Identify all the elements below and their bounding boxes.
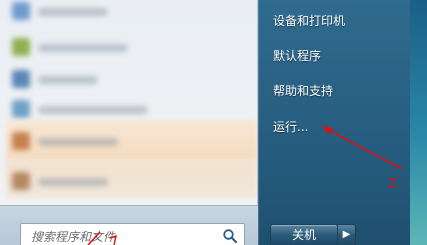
program-icon — [12, 2, 30, 20]
search-area: 搜索程序和文件 — [0, 205, 258, 245]
menu-item-help-support[interactable]: 帮助和支持 — [273, 82, 333, 99]
program-label-blurred — [38, 8, 108, 16]
desktop-background — [410, 0, 427, 245]
program-icon — [12, 132, 30, 150]
magnifier-icon[interactable] — [222, 228, 238, 244]
start-menu-right-pane: 设备和打印机 默认程序 帮助和支持 运行... 关机 ▶ — [258, 0, 410, 245]
menu-item-default-programs[interactable]: 默认程序 — [273, 47, 321, 64]
play-arrow-icon[interactable]: ▶ — [338, 224, 356, 245]
program-icon — [12, 100, 30, 118]
program-icon — [12, 172, 30, 190]
menu-item-devices-printers[interactable]: 设备和打印机 — [273, 12, 345, 29]
program-icon — [12, 38, 30, 56]
program-label-blurred — [38, 178, 108, 186]
search-input[interactable]: 搜索程序和文件 — [20, 223, 245, 245]
program-label-blurred — [38, 44, 128, 52]
program-icon — [12, 70, 30, 88]
shutdown-button[interactable]: 关机 — [270, 224, 338, 245]
menu-item-run[interactable]: 运行... — [273, 118, 308, 135]
program-label-blurred — [38, 138, 118, 146]
program-label-blurred — [38, 106, 148, 114]
program-label-blurred — [38, 76, 98, 84]
search-placeholder: 搜索程序和文件 — [31, 230, 116, 244]
